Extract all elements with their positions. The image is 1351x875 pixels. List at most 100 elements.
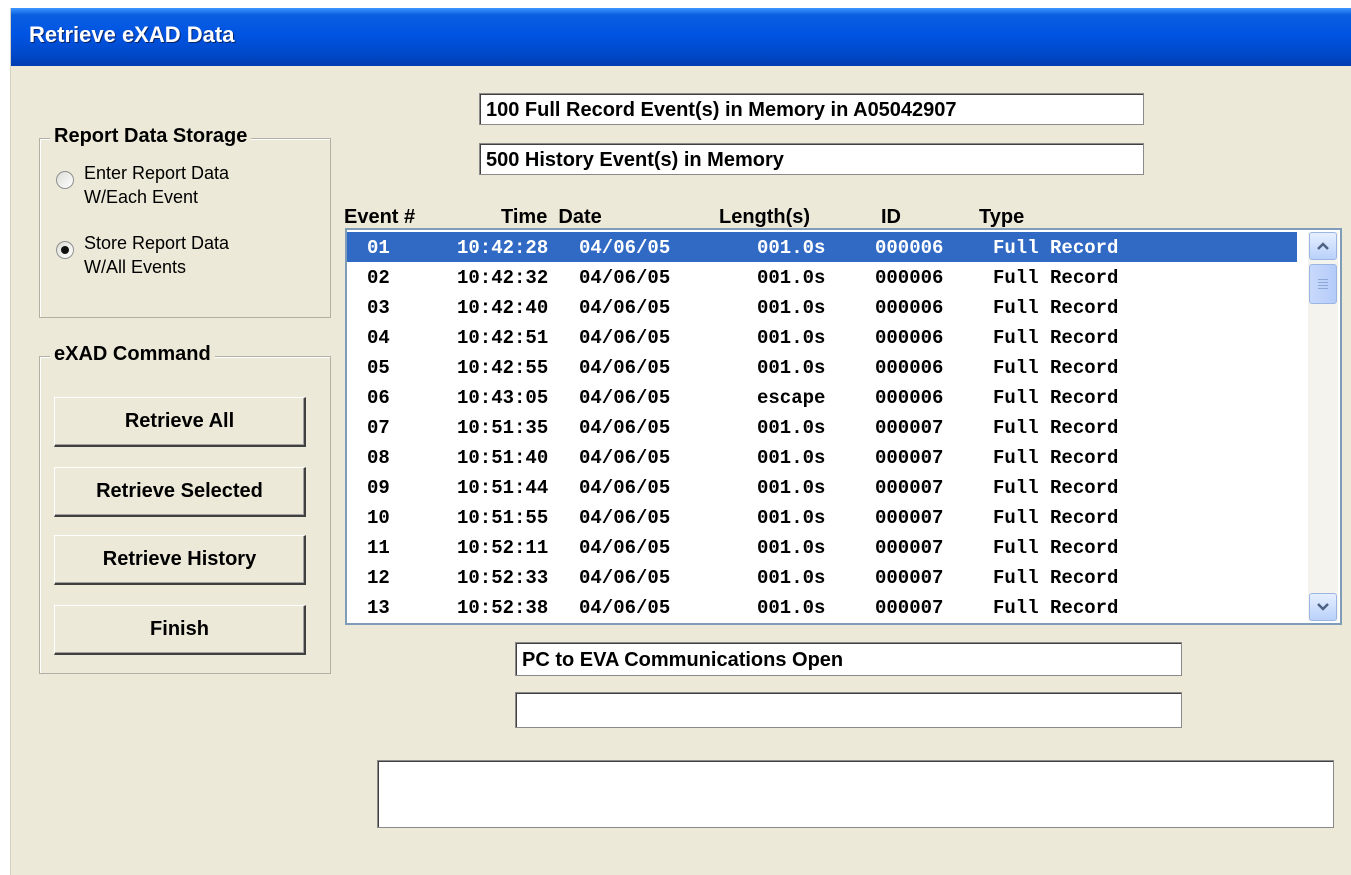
event-type: Full Record <box>993 447 1119 469</box>
table-row[interactable]: 03 10:42:40 04/06/05 001.0s 000006 Full Recor… <box>347 292 1297 322</box>
event-date: 04/06/05 <box>579 327 671 349</box>
event-id: 000007 <box>875 507 944 529</box>
title-bar[interactable]: Retrieve eXAD Data <box>11 8 1351 66</box>
event-date: 04/06/05 <box>579 477 671 499</box>
event-num: 12 <box>367 567 390 589</box>
retrieve-selected-button[interactable]: Retrieve Selected <box>54 467 306 517</box>
event-id: 000007 <box>875 537 944 559</box>
event-id: 000006 <box>875 297 944 319</box>
col-header-id: ID <box>881 206 901 228</box>
event-num: 01 <box>367 237 390 259</box>
event-num: 08 <box>367 447 390 469</box>
event-num: 04 <box>367 327 390 349</box>
scrollbar-thumb[interactable] <box>1309 264 1337 304</box>
event-type: Full Record <box>993 237 1119 259</box>
event-date: 04/06/05 <box>579 297 671 319</box>
event-time: 10:42:28 <box>457 237 549 259</box>
table-row[interactable]: 13 10:52:38 04/06/05 001.0s 000007 Full Recor… <box>347 592 1297 622</box>
chevron-down-icon[interactable] <box>1309 593 1337 621</box>
event-num: 09 <box>367 477 390 499</box>
event-type: Full Record <box>993 567 1119 589</box>
store-report-data-option[interactable]: Store Report Data W/All Events <box>56 231 234 279</box>
table-row[interactable]: 02 10:42:32 04/06/05 001.0s 000006 Full Recor… <box>347 262 1297 292</box>
event-list-rows: 01 10:42:28 04/06/05 001.0s 000006 Full Recor… <box>347 232 1297 622</box>
event-length: escape <box>757 387 826 409</box>
event-id: 000007 <box>875 417 944 439</box>
event-id: 000007 <box>875 447 944 469</box>
retrieve-history-button[interactable]: Retrieve History <box>54 535 306 585</box>
event-time: 10:42:55 <box>457 357 549 379</box>
retrieve-exad-window: Retrieve eXAD Data Report Data Storage E… <box>10 8 1351 875</box>
event-list[interactable]: 01 10:42:28 04/06/05 001.0s 000006 Full Recor… <box>345 228 1342 625</box>
event-id: 000006 <box>875 237 944 259</box>
window-title: Retrieve eXAD Data <box>29 22 235 47</box>
event-num: 11 <box>367 537 390 559</box>
event-date: 04/06/05 <box>579 537 671 559</box>
event-length: 001.0s <box>757 567 826 589</box>
table-row[interactable]: 09 10:51:44 04/06/05 001.0s 000007 Full Recor… <box>347 472 1297 502</box>
event-time: 10:52:33 <box>457 567 549 589</box>
chevron-up-icon[interactable] <box>1309 232 1337 260</box>
event-length: 001.0s <box>757 417 826 439</box>
event-time: 10:43:05 <box>457 387 549 409</box>
communications-status: PC to EVA Communications Open <box>515 642 1182 676</box>
history-events-status: 500 History Event(s) in Memory <box>479 143 1144 175</box>
event-id: 000007 <box>875 567 944 589</box>
event-time: 10:51:40 <box>457 447 549 469</box>
event-length: 001.0s <box>757 237 826 259</box>
event-time: 10:52:38 <box>457 597 549 619</box>
event-type: Full Record <box>993 417 1119 439</box>
retrieve-all-button[interactable]: Retrieve All <box>54 397 306 447</box>
store-report-data-label: Store Report Data W/All Events <box>84 233 230 277</box>
event-type: Full Record <box>993 507 1119 529</box>
event-num: 02 <box>367 267 390 289</box>
event-date: 04/06/05 <box>579 567 671 589</box>
table-row[interactable]: 05 10:42:55 04/06/05 001.0s 000006 Full Recor… <box>347 352 1297 382</box>
finish-button[interactable]: Finish <box>54 605 306 655</box>
event-id: 000007 <box>875 477 944 499</box>
table-row[interactable]: 07 10:51:35 04/06/05 001.0s 000007 Full Recor… <box>347 412 1297 442</box>
event-num: 07 <box>367 417 390 439</box>
table-row[interactable]: 08 10:51:40 04/06/05 001.0s 000007 Full Recor… <box>347 442 1297 472</box>
exad-command-group: eXAD Command Retrieve All Retrieve Selec… <box>39 343 331 674</box>
event-type: Full Record <box>993 327 1119 349</box>
event-list-scrollbar[interactable] <box>1308 232 1338 621</box>
event-num: 03 <box>367 297 390 319</box>
event-length: 001.0s <box>757 297 826 319</box>
event-id: 000006 <box>875 357 944 379</box>
report-data-storage-legend: Report Data Storage <box>50 125 252 148</box>
event-time: 10:42:51 <box>457 327 549 349</box>
table-row[interactable]: 12 10:52:33 04/06/05 001.0s 000007 Full Recor… <box>347 562 1297 592</box>
event-length: 001.0s <box>757 447 826 469</box>
event-time: 10:42:40 <box>457 297 549 319</box>
event-date: 04/06/05 <box>579 597 671 619</box>
enter-report-data-radio[interactable] <box>56 171 74 189</box>
col-header-length: Length(s) <box>719 206 811 228</box>
event-id: 000006 <box>875 387 944 409</box>
event-length: 001.0s <box>757 267 826 289</box>
event-num: 05 <box>367 357 390 379</box>
event-date: 04/06/05 <box>579 507 671 529</box>
event-time: 10:51:55 <box>457 507 549 529</box>
event-num: 13 <box>367 597 390 619</box>
event-length: 001.0s <box>757 327 826 349</box>
event-time: 10:42:32 <box>457 267 549 289</box>
event-type: Full Record <box>993 477 1119 499</box>
enter-report-data-option[interactable]: Enter Report Data W/Each Event <box>56 161 234 209</box>
event-date: 04/06/05 <box>579 387 671 409</box>
event-length: 001.0s <box>757 597 826 619</box>
table-row[interactable]: 10 10:51:55 04/06/05 001.0s 000007 Full Recor… <box>347 502 1297 532</box>
table-row[interactable]: 01 10:42:28 04/06/05 001.0s 000006 Full Recor… <box>347 232 1297 262</box>
event-type: Full Record <box>993 357 1119 379</box>
table-row[interactable]: 11 10:52:11 04/06/05 001.0s 000007 Full Recor… <box>347 532 1297 562</box>
table-row[interactable]: 06 10:43:05 04/06/05 escape 000006 Full Recor… <box>347 382 1297 412</box>
event-date: 04/06/05 <box>579 267 671 289</box>
table-row[interactable]: 04 10:42:51 04/06/05 001.0s 000006 Full Recor… <box>347 322 1297 352</box>
store-report-data-radio[interactable] <box>56 241 74 259</box>
event-time: 10:52:11 <box>457 537 549 559</box>
event-type: Full Record <box>993 267 1119 289</box>
message-box <box>377 760 1334 828</box>
col-header-time-date: Time Date <box>501 206 602 228</box>
event-id: 000006 <box>875 327 944 349</box>
col-header-event: Event # <box>344 206 416 228</box>
